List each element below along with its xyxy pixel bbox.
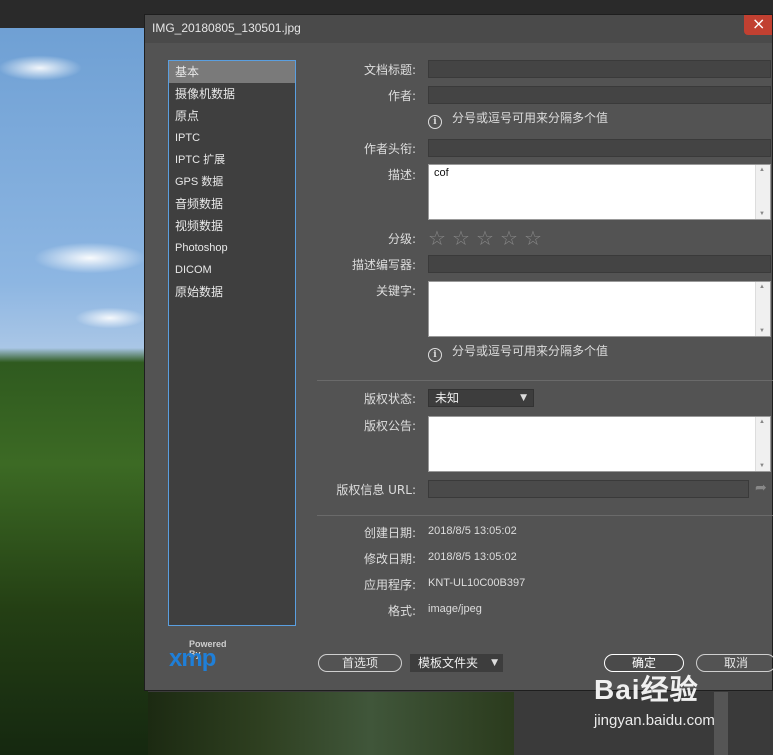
category-item-origin[interactable]: 原点: [169, 105, 295, 127]
category-item-iptc-extension[interactable]: IPTC 扩展: [169, 149, 295, 171]
copyright-status-label: 版权状态:: [363, 392, 416, 406]
keywords-hint-text: 分号或逗号可用来分隔多个值: [452, 344, 609, 358]
keywords-label: 关键字:: [375, 284, 416, 298]
format-value: image/jpeg: [428, 603, 482, 615]
keywords-hint: i 分号或逗号可用来分隔多个值: [428, 342, 608, 362]
category-item-basic[interactable]: 基本: [169, 61, 295, 83]
file-info-dialog: IMG_20180805_130501.jpg 基本 摄像机数据 原点 IPTC…: [144, 14, 773, 691]
category-item-camera-data[interactable]: 摄像机数据: [169, 83, 295, 105]
template-folder-label: 模板文件夹: [418, 656, 479, 670]
author-hint-text: 分号或逗号可用来分隔多个值: [452, 111, 609, 125]
copyright-notice-label: 版权公告:: [363, 419, 416, 433]
desc-writer-input[interactable]: [428, 255, 771, 273]
rating-star-2[interactable]: ☆: [452, 228, 470, 248]
category-item-gps-data[interactable]: GPS 数据: [169, 171, 295, 193]
baidu-watermark: Bai经验 jingyan.baidu.com: [594, 668, 764, 748]
created-value: 2018/8/5 13:05:02: [428, 525, 517, 537]
xmp-logo: Powered By xmp: [169, 639, 239, 675]
category-item-photoshop[interactable]: Photoshop: [169, 237, 295, 259]
watermark-main: Bai经验: [594, 674, 699, 705]
background-photo-bottom: [148, 692, 518, 755]
close-button[interactable]: [744, 14, 772, 35]
background-photo: [0, 28, 148, 755]
chevron-down-icon: ▼: [520, 393, 527, 403]
description-scrollbar[interactable]: [755, 165, 770, 219]
author-title-label: 作者头衔:: [363, 142, 416, 156]
rating-star-5[interactable]: ☆: [524, 228, 542, 248]
rating-star-4[interactable]: ☆: [500, 228, 518, 248]
copyright-status-select[interactable]: 未知 ▼: [428, 389, 534, 407]
copyright-notice-textarea[interactable]: [428, 416, 771, 472]
chevron-down-icon: ▼: [491, 658, 498, 668]
category-item-audio-data[interactable]: 音频数据: [169, 193, 295, 215]
copyright-url-label: 版权信息 URL:: [336, 483, 416, 497]
description-value: cof: [434, 167, 449, 179]
description-label: 描述:: [387, 168, 416, 182]
rating-star-1[interactable]: ☆: [428, 228, 446, 248]
category-item-raw-data[interactable]: 原始数据: [169, 281, 295, 303]
modified-label: 修改日期:: [363, 552, 416, 566]
keywords-textarea[interactable]: [428, 281, 771, 337]
go-to-url-icon[interactable]: ➦: [755, 480, 767, 496]
application-label: 应用程序:: [363, 578, 416, 592]
section-divider-2: [317, 515, 773, 516]
copyright-notice-scrollbar[interactable]: [755, 417, 770, 471]
copyright-status-value: 未知: [435, 391, 460, 405]
desc-writer-label: 描述编写器:: [351, 258, 416, 272]
info-icon: i: [428, 115, 442, 129]
template-folder-button[interactable]: 模板文件夹 ▼: [410, 654, 503, 672]
format-label: 格式:: [387, 604, 416, 618]
rating-label: 分级:: [387, 232, 416, 246]
description-textarea[interactable]: cof: [428, 164, 771, 220]
section-divider: [317, 380, 773, 381]
info-icon: i: [428, 348, 442, 362]
category-item-dicom[interactable]: DICOM: [169, 259, 295, 281]
created-label: 创建日期:: [363, 526, 416, 540]
doc-title-input[interactable]: [428, 60, 771, 78]
category-list: 基本 摄像机数据 原点 IPTC IPTC 扩展 GPS 数据 音频数据 视频数…: [168, 60, 296, 626]
category-item-iptc[interactable]: IPTC: [169, 127, 295, 149]
copyright-url-input[interactable]: [428, 480, 749, 498]
watermark-url: jingyan.baidu.com: [594, 712, 715, 729]
author-hint: i 分号或逗号可用来分隔多个值: [428, 109, 608, 129]
category-item-video-data[interactable]: 视频数据: [169, 215, 295, 237]
preferences-button[interactable]: 首选项: [318, 654, 402, 672]
author-label: 作者:: [387, 89, 416, 103]
application-value: KNT-UL10C00B397: [428, 577, 526, 589]
logo-xmp: xmp: [169, 645, 216, 672]
author-title-input[interactable]: [428, 139, 771, 157]
dialog-title: IMG_20180805_130501.jpg: [152, 21, 301, 35]
keywords-scrollbar[interactable]: [755, 282, 770, 336]
author-input[interactable]: [428, 86, 771, 104]
dialog-titlebar: IMG_20180805_130501.jpg: [145, 14, 772, 43]
doc-title-label: 文档标题:: [363, 63, 416, 77]
rating-star-3[interactable]: ☆: [476, 228, 494, 248]
modified-value: 2018/8/5 13:05:02: [428, 551, 517, 563]
